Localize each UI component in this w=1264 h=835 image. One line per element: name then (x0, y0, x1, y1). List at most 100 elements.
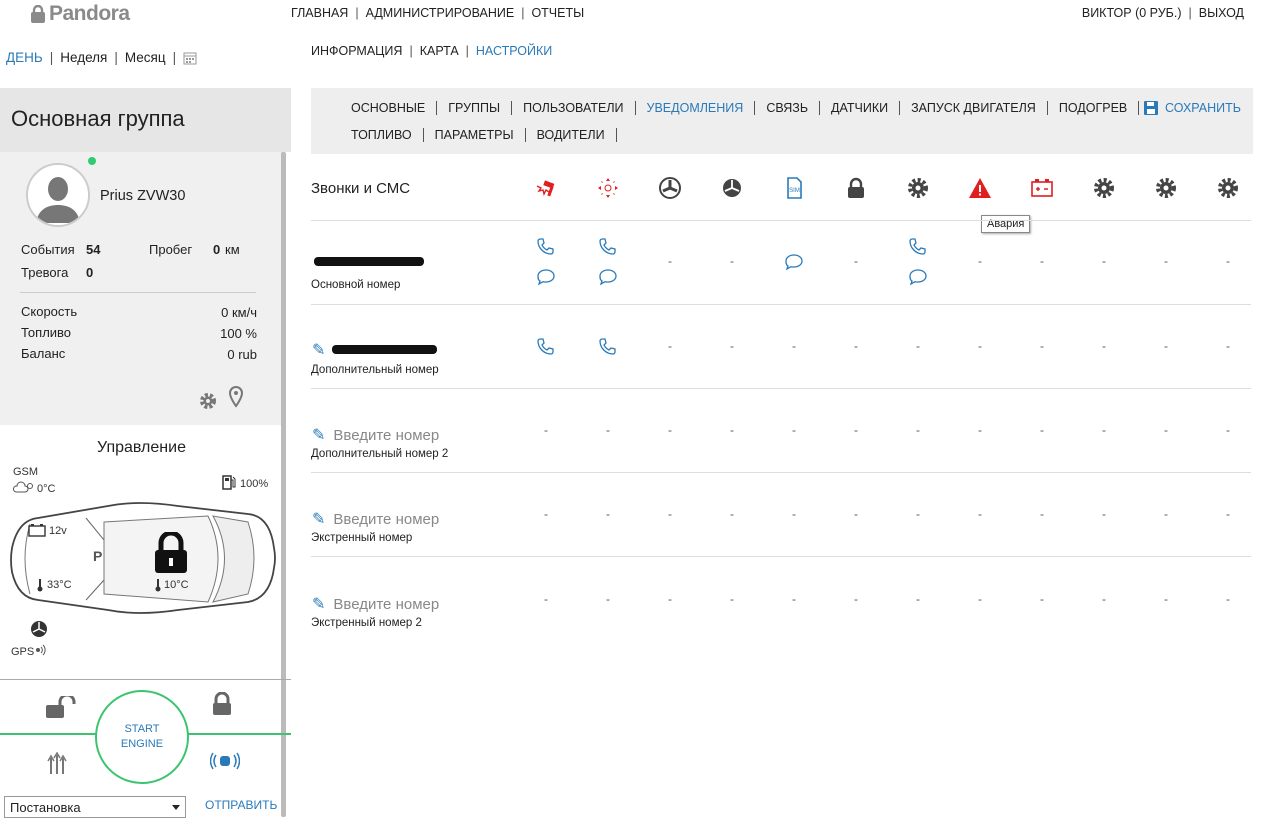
fan-icon[interactable] (658, 176, 682, 200)
nav-admin[interactable]: АДМИНИСТРИРОВАНИЕ (366, 6, 515, 20)
empty-cell[interactable]: - (668, 339, 672, 353)
subnav-settings[interactable]: НАСТРОЙКИ (476, 44, 552, 58)
empty-cell[interactable]: - (544, 592, 548, 606)
empty-cell[interactable]: - (1040, 254, 1044, 268)
empty-cell[interactable]: - (1102, 339, 1106, 353)
nav-reports[interactable]: ОТЧЕТЫ (531, 6, 584, 20)
empty-cell[interactable]: - (854, 339, 858, 353)
empty-cell[interactable]: - (854, 423, 858, 437)
empty-cell[interactable]: - (854, 254, 858, 268)
settings-gear-icon[interactable] (198, 391, 218, 411)
empty-cell[interactable]: - (978, 592, 982, 606)
empty-cell[interactable]: - (606, 592, 610, 606)
empty-cell[interactable]: - (668, 423, 672, 437)
tab-drivers[interactable]: ВОДИТЕЛИ (526, 128, 617, 142)
empty-cell[interactable]: - (792, 592, 796, 606)
masked-phone-number[interactable] (332, 345, 437, 354)
gear-icon[interactable] (1154, 176, 1178, 200)
empty-cell[interactable]: - (668, 592, 672, 606)
tab-parameters[interactable]: ПАРАМЕТРЫ (424, 128, 526, 142)
warning-triangle-icon[interactable] (968, 176, 992, 200)
phone-call-icon[interactable] (597, 337, 619, 357)
period-week[interactable]: Неделя (60, 50, 107, 65)
empty-cell[interactable]: - (792, 339, 796, 353)
start-engine-button[interactable]: START ENGINE (95, 690, 189, 784)
empty-cell[interactable]: - (544, 507, 548, 521)
location-pin-icon[interactable] (228, 386, 244, 408)
empty-cell[interactable]: - (668, 254, 672, 268)
heater-arrows-icon[interactable] (46, 752, 68, 776)
empty-cell[interactable]: - (1226, 592, 1230, 606)
nav-main[interactable]: ГЛАВНАЯ (291, 6, 348, 20)
group-title[interactable]: Основная группа (0, 88, 291, 152)
empty-cell[interactable]: - (730, 423, 734, 437)
tab-groups[interactable]: ГРУППЫ (437, 101, 513, 115)
empty-cell[interactable]: - (916, 423, 920, 437)
empty-cell[interactable]: - (1164, 423, 1168, 437)
phone-input[interactable]: ✎ Введите номер (312, 509, 439, 529)
empty-cell[interactable]: - (792, 423, 796, 437)
phone-call-icon[interactable] (535, 337, 557, 357)
empty-cell[interactable]: - (1102, 254, 1106, 268)
phone-input[interactable]: ✎ Введите номер (312, 594, 439, 614)
calendar-icon[interactable] (183, 51, 197, 65)
phone-input[interactable]: ✎ Введите номер (312, 425, 439, 445)
empty-cell[interactable]: - (978, 423, 982, 437)
logout-link[interactable]: ВЫХОД (1199, 6, 1244, 20)
user-name[interactable]: ВИКТОР (0 РУБ.) (1082, 6, 1182, 20)
period-month[interactable]: Месяц (125, 50, 166, 65)
empty-cell[interactable]: - (544, 423, 548, 437)
empty-cell[interactable]: - (1040, 507, 1044, 521)
gear-icon[interactable] (1216, 176, 1240, 200)
lock-closed-icon[interactable] (152, 532, 190, 574)
phone-call-icon[interactable] (907, 237, 929, 257)
sms-bubble-icon[interactable] (783, 252, 805, 272)
unlock-icon[interactable] (44, 696, 84, 720)
lock-icon[interactable] (844, 176, 868, 200)
tab-fuel[interactable]: ТОПЛИВО (351, 128, 424, 142)
sensor-zones-icon[interactable] (596, 176, 620, 200)
siren-icon[interactable] (210, 752, 240, 770)
sms-bubble-icon[interactable] (535, 267, 557, 287)
empty-cell[interactable]: - (854, 507, 858, 521)
empty-cell[interactable]: - (1102, 507, 1106, 521)
tab-sensors[interactable]: ДАТЧИКИ (820, 101, 901, 115)
empty-cell[interactable]: - (916, 339, 920, 353)
empty-cell[interactable]: - (1226, 339, 1230, 353)
empty-cell[interactable]: - (1164, 592, 1168, 606)
empty-cell[interactable]: - (1226, 423, 1230, 437)
gear-icon[interactable] (906, 176, 930, 200)
tab-engine-start[interactable]: ЗАПУСК ДВИГАТЕЛЯ (900, 101, 1048, 115)
empty-cell[interactable]: - (1164, 254, 1168, 268)
left-scrollbar[interactable] (281, 152, 286, 817)
empty-cell[interactable]: - (1164, 339, 1168, 353)
empty-cell[interactable]: - (978, 254, 982, 268)
gear-icon[interactable] (1092, 176, 1116, 200)
phone-call-icon[interactable] (535, 237, 557, 257)
empty-cell[interactable]: - (1226, 254, 1230, 268)
vehicle-name[interactable]: Prius ZVW30 (100, 188, 185, 204)
lock-icon[interactable] (210, 692, 234, 716)
empty-cell[interactable]: - (606, 507, 610, 521)
pencil-icon[interactable]: ✎ (312, 340, 325, 360)
empty-cell[interactable]: - (916, 592, 920, 606)
tab-basic[interactable]: ОСНОВНЫЕ (351, 101, 438, 115)
sms-bubble-icon[interactable] (597, 267, 619, 287)
subnav-map[interactable]: КАРТА (420, 44, 459, 58)
save-button[interactable]: СОХРАНИТЬ (1143, 100, 1241, 116)
alarm-hammer-icon[interactable] (534, 176, 558, 200)
sim-icon[interactable]: SIM (782, 176, 806, 200)
empty-cell[interactable]: - (1040, 592, 1044, 606)
empty-cell[interactable]: - (1102, 423, 1106, 437)
pandora-logo[interactable]: Pandora (30, 2, 130, 26)
empty-cell[interactable]: - (854, 592, 858, 606)
command-select[interactable]: Постановка (4, 796, 186, 818)
tab-connection[interactable]: СВЯЗЬ (755, 101, 821, 115)
empty-cell[interactable]: - (1102, 592, 1106, 606)
empty-cell[interactable]: - (730, 339, 734, 353)
tab-users[interactable]: ПОЛЬЗОВАТЕЛИ (512, 101, 636, 115)
sms-bubble-icon[interactable] (907, 267, 929, 287)
empty-cell[interactable]: - (730, 507, 734, 521)
tab-notifications[interactable]: УВЕДОМЛЕНИЯ (636, 101, 756, 115)
empty-cell[interactable]: - (668, 507, 672, 521)
